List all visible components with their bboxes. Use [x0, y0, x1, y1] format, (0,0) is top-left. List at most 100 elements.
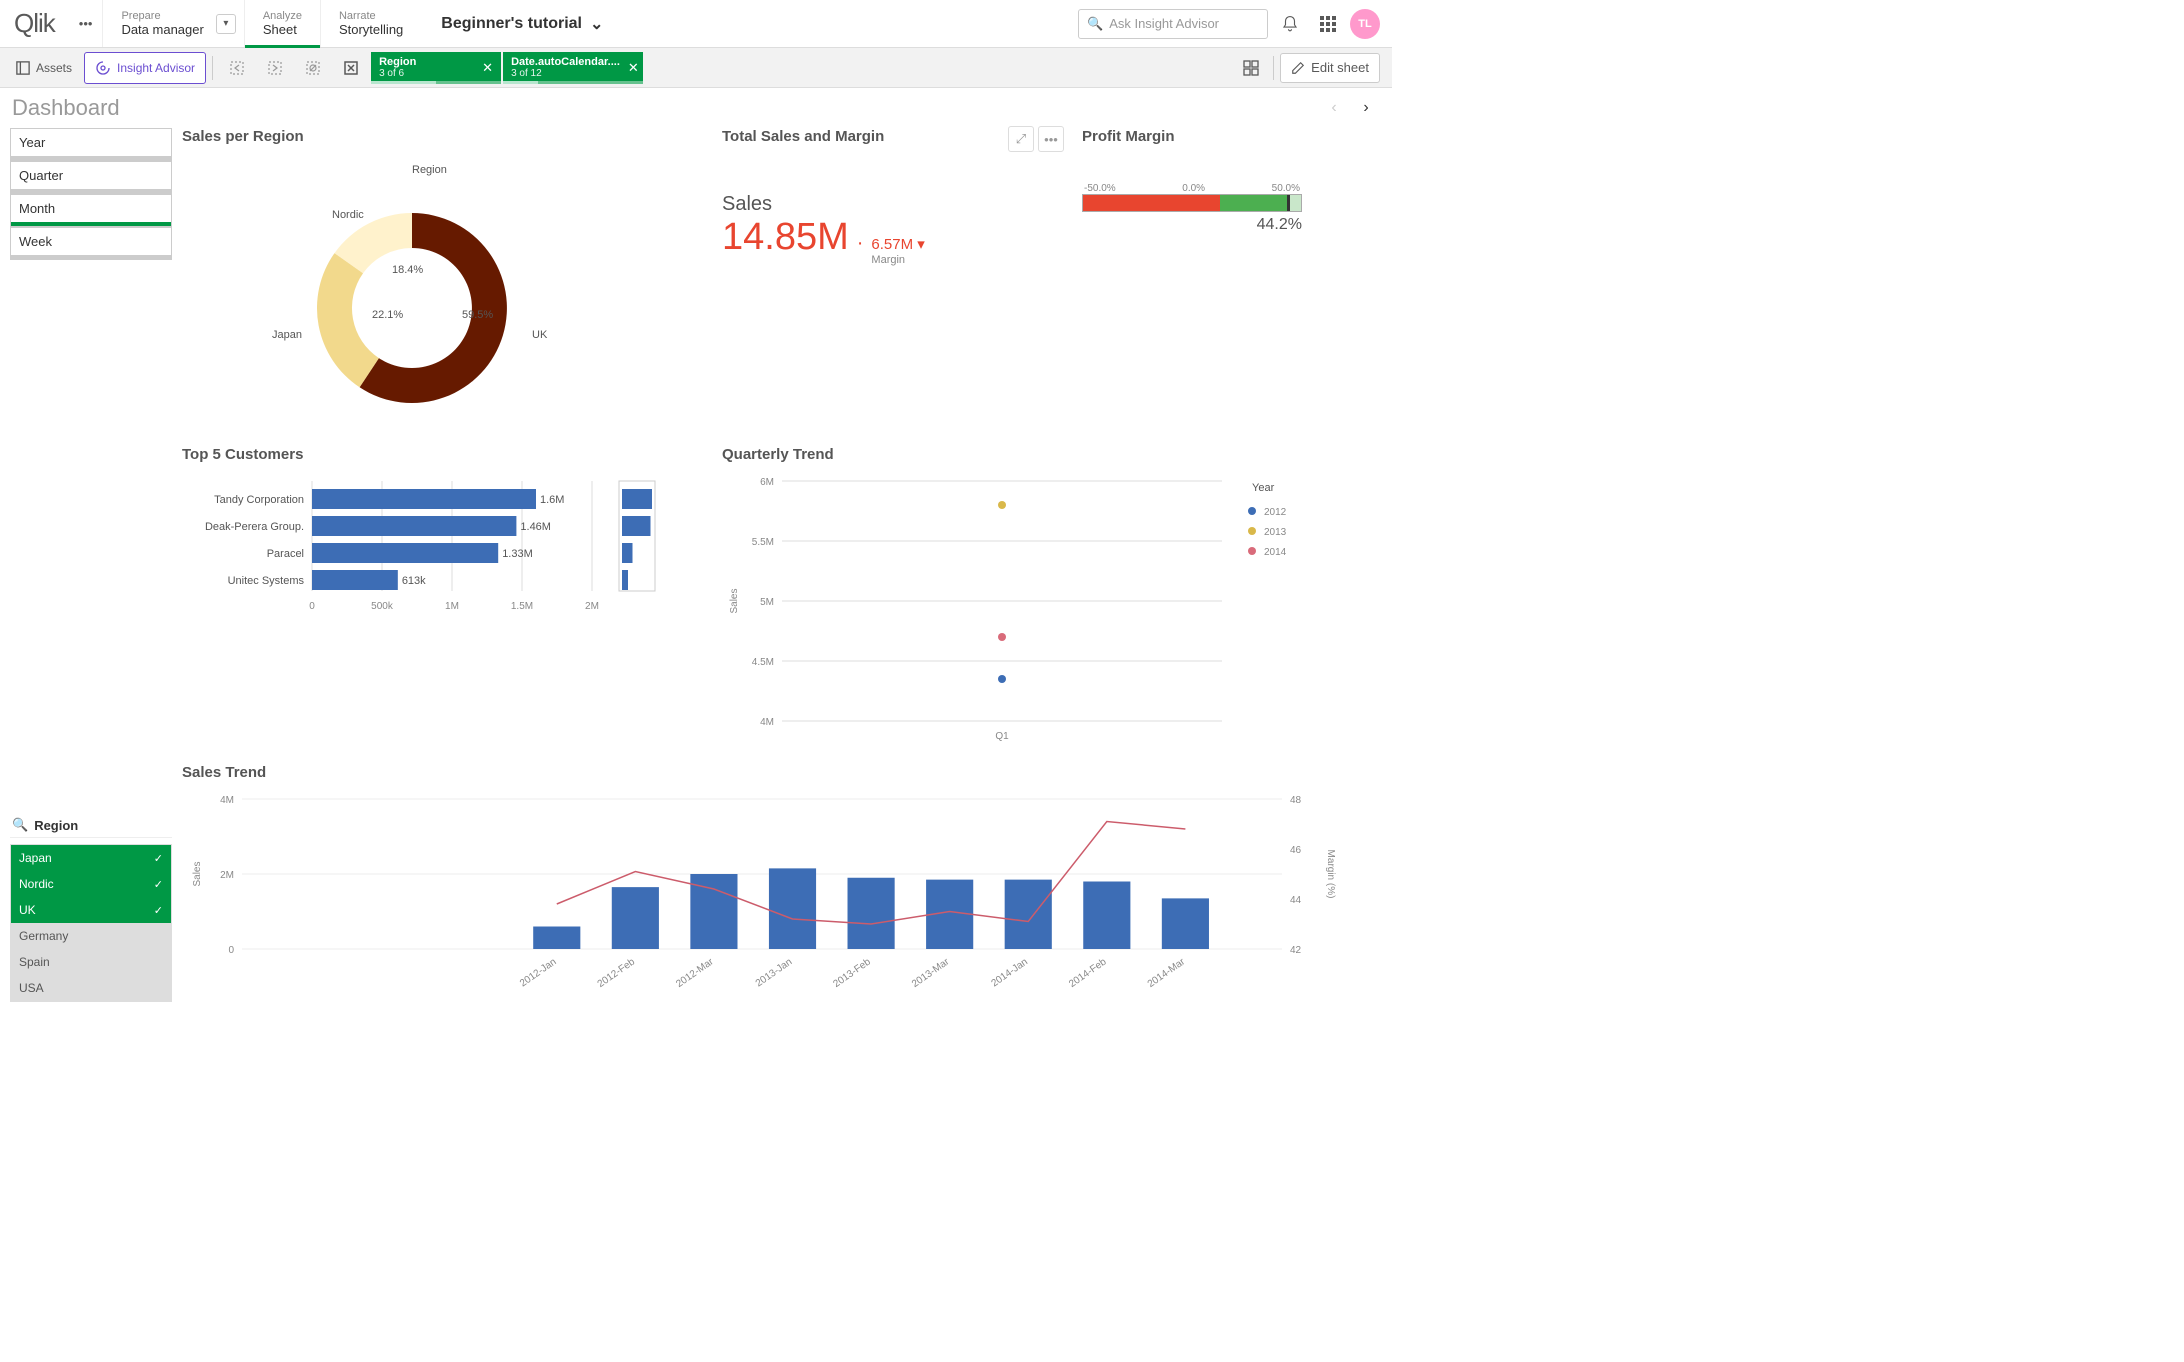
chart-top5-customers[interactable]: Top 5 Customers 0500k1M1.5M2MTandy Corpo… [182, 446, 702, 754]
filter-week[interactable]: Week [10, 227, 172, 260]
chart-title: Top 5 Customers [182, 446, 702, 463]
avatar[interactable]: TL [1350, 9, 1380, 39]
svg-text:5.5M: 5.5M [752, 537, 774, 548]
region-item-usa[interactable]: USA [11, 975, 171, 1001]
chart-sales-trend[interactable]: Sales Trend 02M4M42444648SalesMargin (%)… [182, 764, 1382, 1002]
filter-label: Month [11, 195, 171, 222]
gauge-tick: -50.0% [1084, 183, 1116, 194]
nav-tab-big: Data manager [121, 22, 203, 37]
filter-quarter[interactable]: Quarter [10, 161, 172, 194]
nav-tab-small: Prepare [121, 10, 203, 22]
svg-text:6M: 6M [760, 477, 774, 488]
svg-text:1.6M: 1.6M [540, 494, 564, 506]
region-item-uk[interactable]: UK ✓ [11, 897, 171, 923]
selection-chip-region[interactable]: Region 3 of 6 ✕ [371, 52, 501, 84]
chevron-down-icon[interactable]: ▾ [216, 14, 236, 34]
svg-text:2012-Feb: 2012-Feb [596, 956, 638, 990]
chart-sales-per-region[interactable]: Sales per Region Region 59.5% 22.1% 18.4… [182, 128, 702, 436]
region-item-japan[interactable]: Japan✓ [11, 845, 171, 871]
svg-text:48: 48 [1290, 795, 1302, 806]
svg-text:22.1%: 22.1% [372, 309, 403, 321]
chip-title: Region [379, 56, 416, 68]
region-filter-label: Region [34, 818, 78, 833]
sheet-title: Dashboard [12, 95, 1320, 121]
svg-text:2012-Mar: 2012-Mar [674, 956, 716, 990]
chart-title: Profit Margin [1082, 128, 1382, 145]
svg-text:2014: 2014 [1264, 547, 1287, 558]
region-name: UK [19, 903, 36, 917]
assets-label: Assets [36, 61, 72, 75]
donut-label-nordic: Nordic [332, 209, 364, 221]
svg-text:Q1: Q1 [995, 731, 1009, 742]
insight-label: Insight Advisor [117, 61, 195, 75]
kpi-total-sales-margin[interactable]: Total Sales and Margin ⤢ ••• Sales 14.85… [722, 128, 1062, 436]
region-name: Spain [19, 955, 50, 969]
nav-tab-narrate[interactable]: Narrate Storytelling [320, 0, 421, 47]
svg-text:2013-Feb: 2013-Feb [831, 956, 873, 990]
svg-text:2M: 2M [585, 601, 599, 612]
chart-quarterly-trend[interactable]: Quarterly Trend 4M4.5M5M5.5M6MSalesQ1Yea… [722, 446, 1382, 754]
region-name: Germany [19, 929, 68, 943]
step-forward-icon[interactable] [257, 52, 293, 84]
insight-search[interactable]: 🔍 Ask Insight Advisor [1078, 9, 1268, 39]
nav-tab-analyze[interactable]: Analyze Sheet [244, 0, 320, 47]
kpi-side-value: 6.57M [871, 236, 913, 253]
svg-text:Year: Year [1252, 482, 1275, 494]
app-title[interactable]: Beginner's tutorial ⌄ [421, 0, 1078, 47]
chevron-down-icon: ⌄ [590, 14, 603, 34]
svg-text:42: 42 [1290, 945, 1302, 956]
region-name: USA [19, 981, 44, 995]
assets-button[interactable]: Assets [6, 52, 82, 84]
grid-icon[interactable] [1312, 8, 1344, 40]
check-icon: ✓ [154, 904, 163, 917]
clear-all-icon[interactable] [295, 52, 331, 84]
region-item-germany[interactable]: Germany [11, 923, 171, 949]
donut-label-uk: UK [532, 329, 548, 341]
filter-label: Quarter [11, 162, 171, 189]
next-sheet-icon[interactable]: › [1352, 94, 1380, 122]
region-item-spain[interactable]: Spain [11, 949, 171, 975]
svg-text:4M: 4M [760, 717, 774, 728]
svg-text:1.46M: 1.46M [520, 521, 551, 533]
svg-text:Unitec Systems: Unitec Systems [228, 575, 305, 587]
more-icon[interactable]: ••• [1038, 126, 1064, 152]
region-item-nordic[interactable]: Nordic✓ [11, 871, 171, 897]
donut-label-japan: Japan [272, 329, 302, 341]
close-icon[interactable]: ✕ [628, 60, 639, 76]
chip-count: 3 of 12 [511, 68, 620, 79]
svg-text:2012: 2012 [1264, 507, 1287, 518]
filter-year[interactable]: Year [10, 128, 172, 161]
selection-chip-date[interactable]: Date.autoCalendar.... 3 of 12 ✕ [503, 52, 643, 84]
gauge-tick: 50.0% [1272, 183, 1300, 194]
svg-text:1.5M: 1.5M [511, 601, 533, 612]
donut-legend-title: Region [412, 164, 447, 176]
svg-text:2014-Feb: 2014-Feb [1067, 956, 1109, 990]
selections-toolbar: Assets Insight Advisor Region 3 of 6 ✕ D… [0, 48, 1392, 88]
chip-title: Date.autoCalendar.... [511, 56, 620, 68]
down-arrow-icon: ▾ [917, 236, 925, 253]
fullscreen-icon[interactable]: ⤢ [1008, 126, 1034, 152]
bell-icon[interactable] [1274, 8, 1306, 40]
region-filter-search[interactable]: 🔍 Region [10, 813, 172, 838]
svg-text:Sales: Sales [729, 588, 740, 613]
clear-selection-icon[interactable] [333, 52, 369, 84]
svg-text:2013-Jan: 2013-Jan [754, 956, 794, 989]
nav-tab-prepare[interactable]: Prepare Data manager ▾ [102, 0, 243, 47]
svg-text:44: 44 [1290, 895, 1302, 906]
logo: Qlik [0, 0, 69, 47]
filter-month[interactable]: Month [10, 194, 172, 227]
kpi-side-label: Margin [871, 254, 924, 266]
svg-text:Deak-Perera Group.: Deak-Perera Group. [205, 521, 304, 533]
bookmarks-icon[interactable] [1235, 52, 1267, 84]
edit-sheet-button[interactable]: Edit sheet [1280, 53, 1380, 83]
svg-text:2013-Mar: 2013-Mar [910, 956, 952, 990]
svg-text:Sales: Sales [192, 861, 203, 886]
gauge-profit-margin[interactable]: Profit Margin -50.0% 0.0% 50.0% 44.2% [1082, 128, 1382, 436]
close-icon[interactable]: ✕ [482, 60, 493, 76]
insight-advisor-button[interactable]: Insight Advisor [84, 52, 206, 84]
filter-pane: YearQuarter Month Week 🔍 Region Japan✓Nord… [10, 128, 172, 1002]
svg-text:1M: 1M [445, 601, 459, 612]
step-back-icon[interactable] [219, 52, 255, 84]
more-icon[interactable]: ••• [69, 0, 103, 47]
nav-tab-small: Narrate [339, 10, 403, 22]
